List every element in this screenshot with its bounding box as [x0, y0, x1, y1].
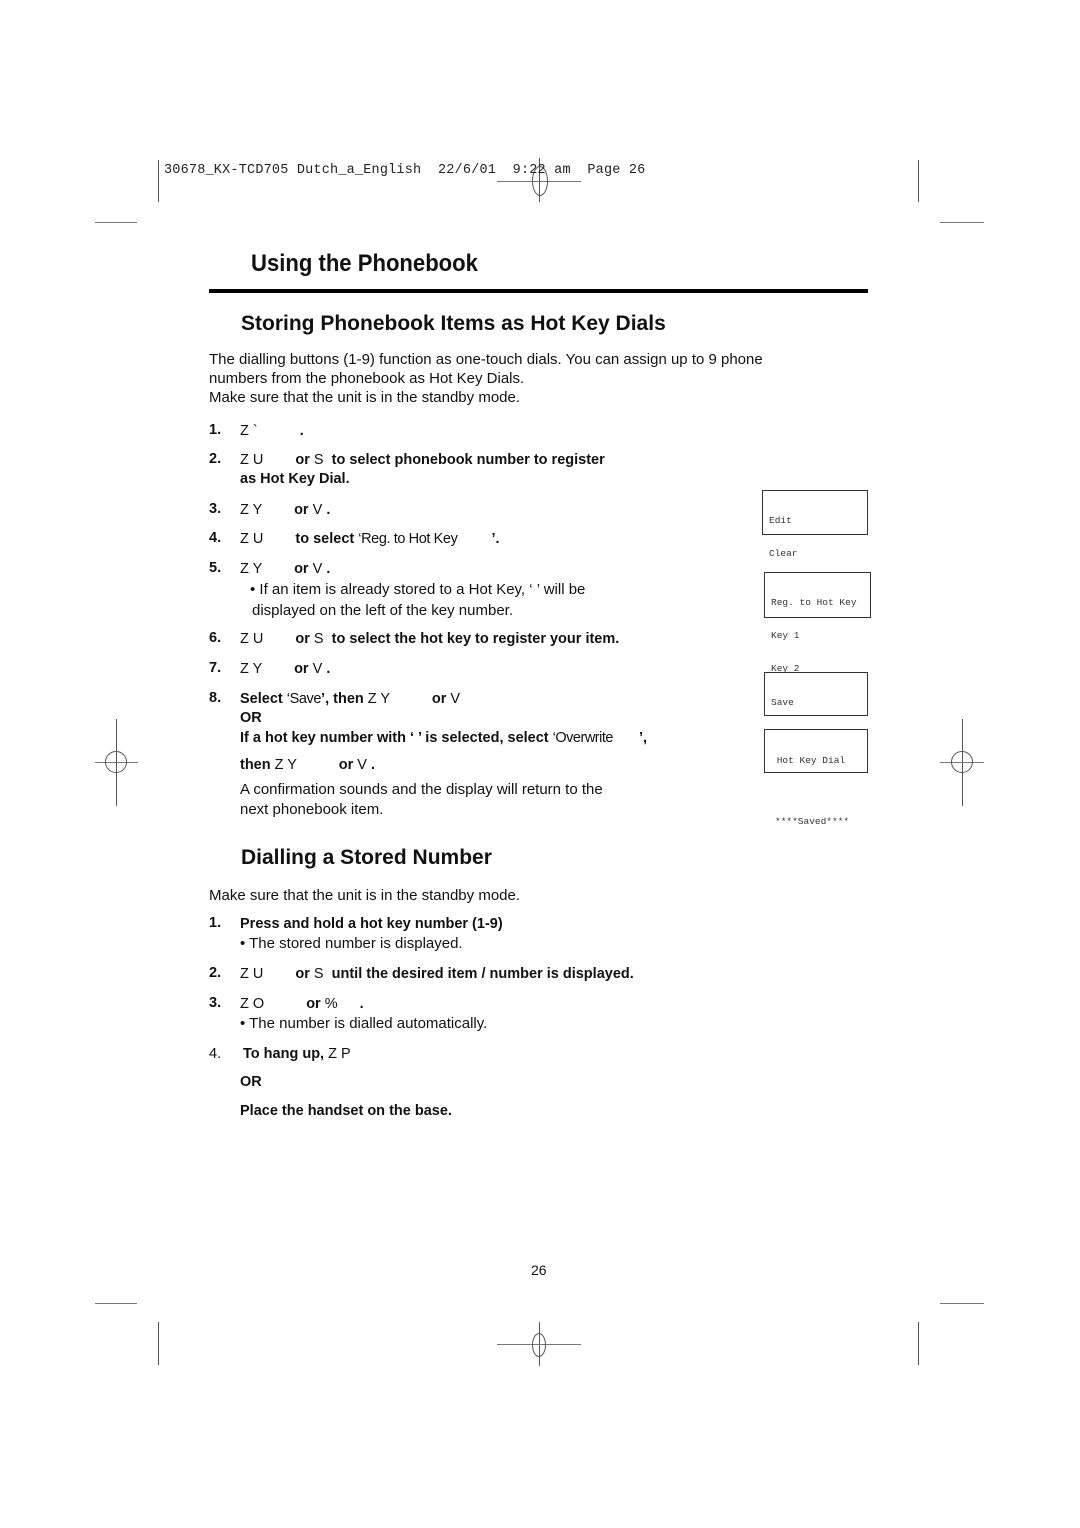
section-heading-dialling: Dialling a Stored Number — [241, 846, 492, 869]
step-7: Z Y or V . — [240, 661, 331, 677]
lcd-screen-save: Save Go Back — [764, 672, 868, 741]
crop-mark — [940, 1303, 984, 1304]
step-8-alt-line: If a hot key number with ‘ ’ is selected… — [240, 730, 648, 746]
crop-mark — [940, 222, 984, 223]
lcd-screen-saved: Hot Key Dial ****Saved**** — [764, 729, 868, 827]
crop-mark — [918, 1322, 919, 1365]
section-heading-hot-key: Storing Phonebook Items as Hot Key Dials — [241, 312, 666, 335]
step-5: Z Y or V . — [240, 561, 331, 577]
dial-step-4: To hang up, Z P — [243, 1046, 351, 1062]
step-number: 7. — [209, 660, 222, 676]
dial-step-2: Z U or S until the desired item / number… — [240, 966, 634, 982]
step-number: 6. — [209, 630, 222, 646]
step-6: Z U or S to select the hot key to regist… — [240, 631, 620, 647]
step-8-alt: OR — [240, 710, 262, 726]
step-8-alt-then: then Z Y or V . — [240, 757, 375, 773]
step-number: 8. — [209, 690, 222, 706]
key-symbol: Z ` — [240, 423, 258, 439]
dial-step-3: Z O or % . — [240, 996, 364, 1012]
dial-step-4-or: OR — [240, 1074, 262, 1090]
step-5-note: • If an item is already stored to a Hot … — [250, 581, 586, 619]
section2-intro: Make sure that the unit is in the standb… — [209, 887, 521, 904]
crop-mark — [95, 1303, 137, 1304]
step-number: 2. — [209, 451, 222, 467]
step-number: 3. — [209, 501, 222, 517]
step-8-note: A confirmation sounds and the display wi… — [240, 781, 603, 818]
step-2: Z U or S to select phonebook number to r… — [240, 452, 605, 487]
step-number: 2. — [209, 965, 222, 981]
step-number: 5. — [209, 560, 222, 576]
crop-mark — [158, 160, 159, 202]
step-number: 4. — [209, 1046, 222, 1062]
crop-mark — [95, 222, 137, 223]
step-number: 1. — [209, 422, 222, 438]
step-8: Select ‘Save’, then Z Y or V — [240, 691, 461, 707]
crop-mark — [158, 1322, 159, 1365]
step-1: Z ` . — [240, 423, 304, 439]
registration-circle-icon — [951, 751, 973, 773]
print-slug: 30678_KX-TCD705 Dutch_a_English 22/6/01 … — [164, 163, 646, 178]
step-3: Z Y or V . — [240, 502, 331, 518]
dial-step-3-note: • The number is dialled automatically. — [240, 1015, 488, 1032]
crop-mark — [918, 160, 919, 202]
page-title: Using the Phonebook — [251, 250, 478, 277]
step-4: Z U to select ‘Reg. to Hot Key ’. — [240, 531, 500, 547]
intro-text: The dialling buttons (1-9) function as o… — [209, 351, 763, 406]
lcd-screen-hotkey-list: Reg. to Hot Key Key 1 Key 2 — [764, 572, 871, 674]
registration-circle-icon — [105, 751, 127, 773]
dial-step-1-note: • The stored number is displayed. — [240, 935, 463, 952]
step-number: 3. — [209, 995, 222, 1011]
step-number: 1. — [209, 915, 222, 931]
dial-step-4-alt: Place the handset on the base. — [240, 1103, 452, 1119]
dial-step-1: Press and hold a hot key number (1-9) — [240, 916, 503, 932]
title-rule — [209, 289, 868, 293]
registration-circle-icon — [532, 1333, 546, 1357]
lcd-screen-menu: Edit Clear Reg. to Hot Key — [762, 490, 868, 592]
page-number: 26 — [531, 1262, 547, 1278]
step-number: 4. — [209, 530, 222, 546]
